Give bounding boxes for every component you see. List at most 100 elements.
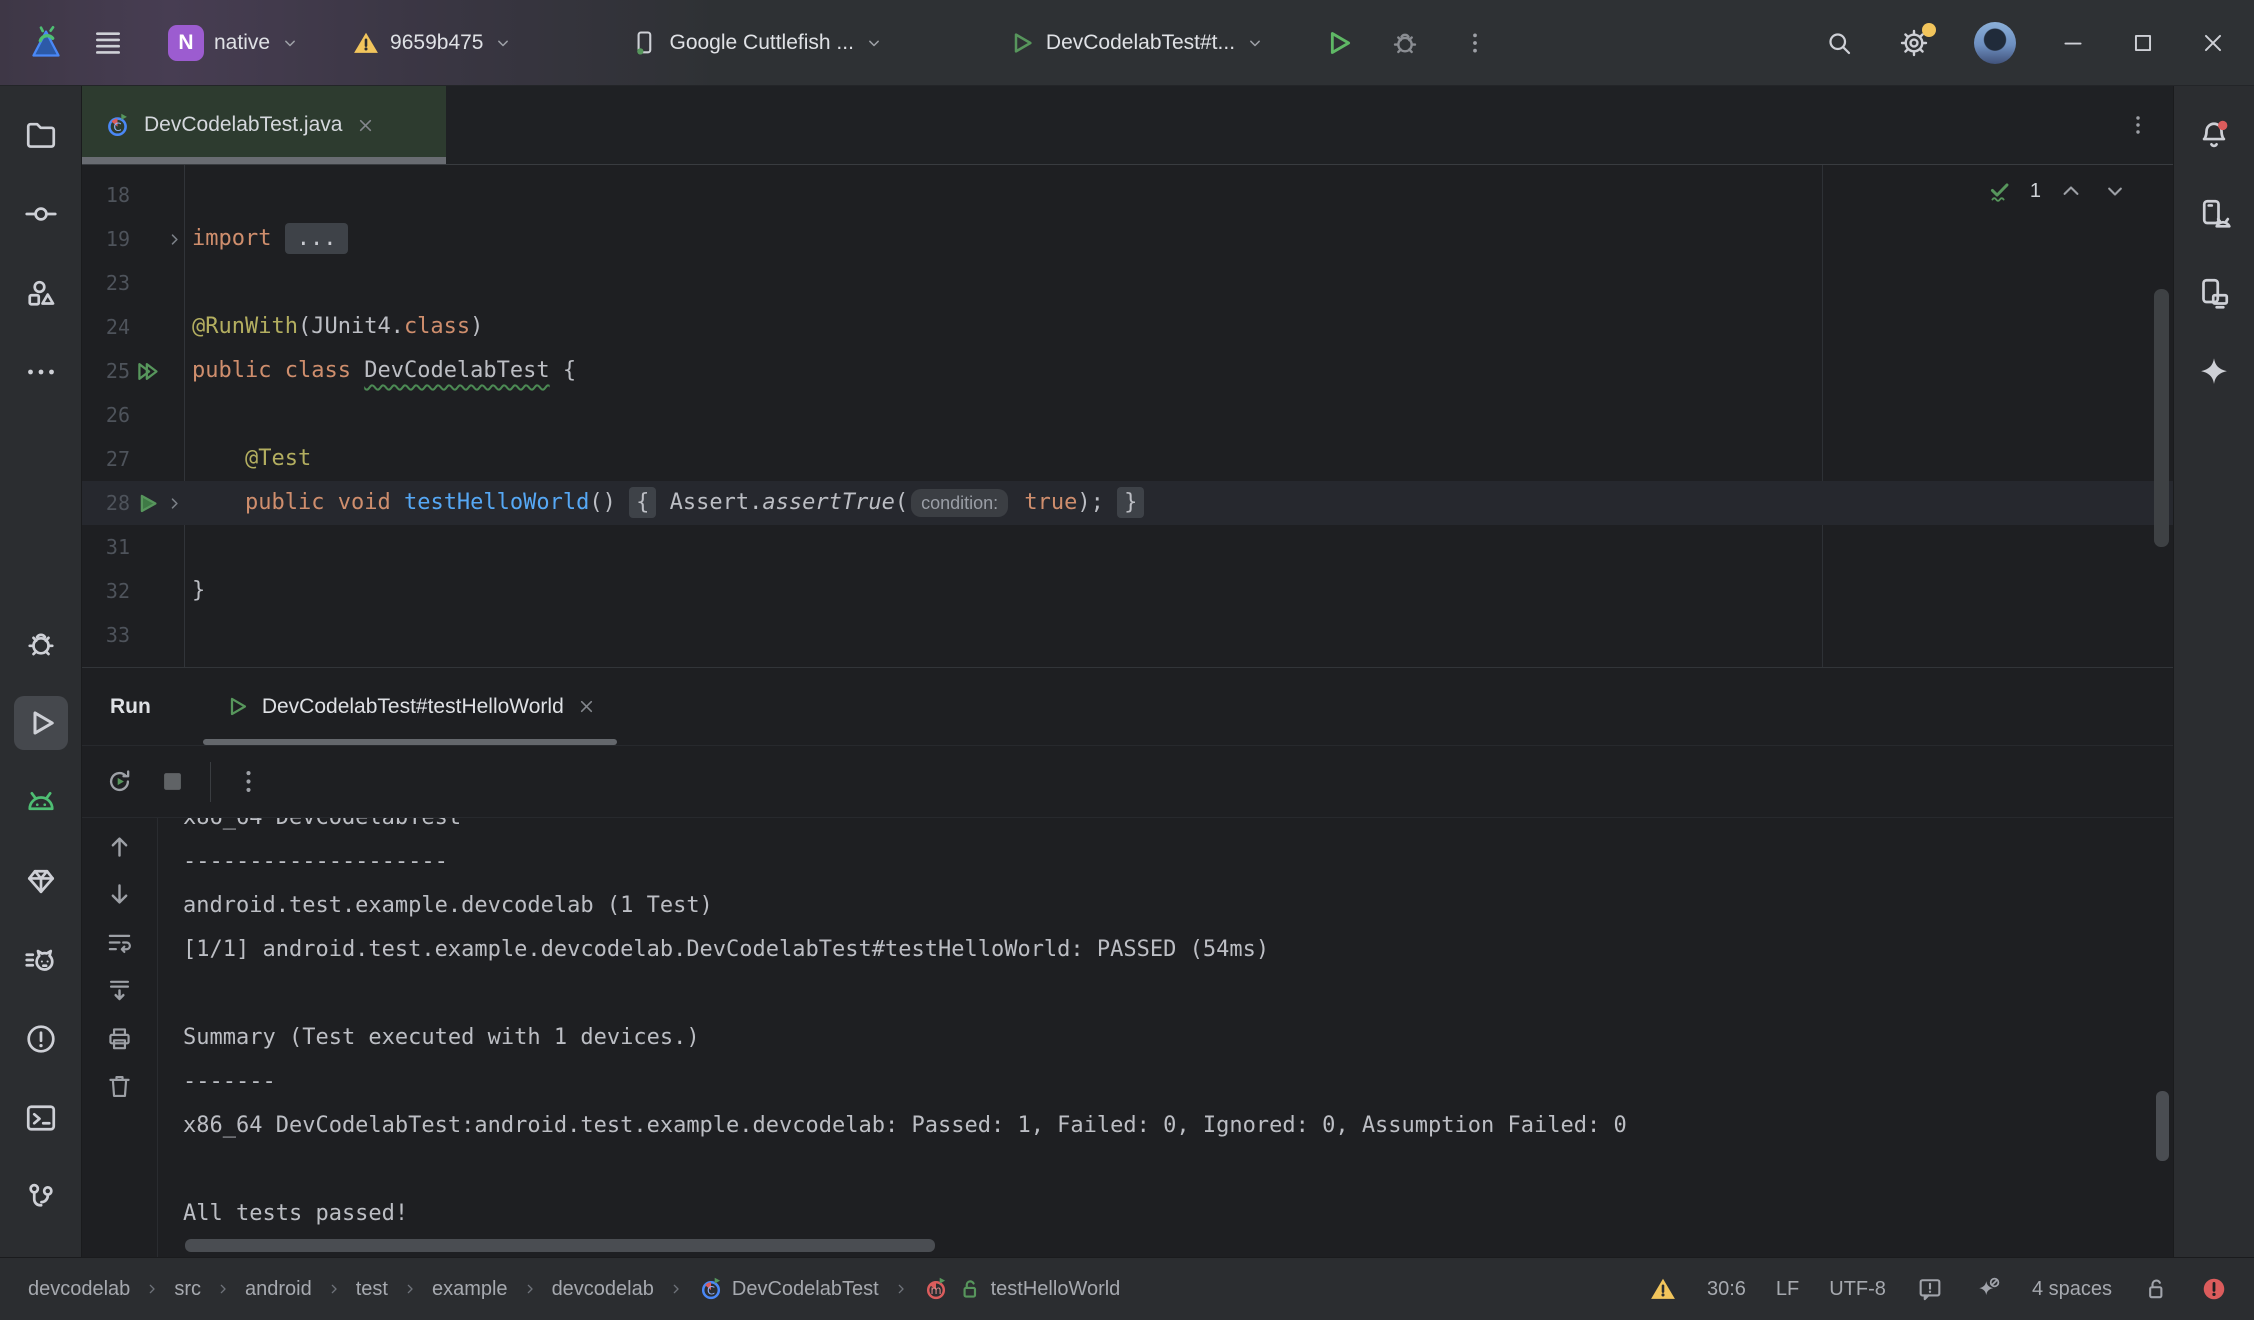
project-widget[interactable]: N native <box>168 25 300 61</box>
more-actions-button[interactable] <box>1461 29 1489 57</box>
tool-window-button-more-tool-windows[interactable] <box>14 345 68 399</box>
line-number[interactable]: 31 <box>82 525 130 569</box>
code-text: public class DevCodelabTest { <box>184 349 576 393</box>
close-icon[interactable] <box>576 696 597 717</box>
user-avatar[interactable] <box>1974 22 2016 64</box>
fold-region-icon[interactable] <box>164 481 184 525</box>
tool-window-button-device-manager[interactable] <box>2187 187 2241 241</box>
code-token: @RunWith <box>192 314 298 339</box>
line-number[interactable]: 25 <box>82 349 130 393</box>
code-token: } <box>1117 487 1144 518</box>
minimize-button[interactable] <box>2060 30 2086 56</box>
error-notification-icon[interactable] <box>2200 1275 2228 1303</box>
indent-setting[interactable]: 4 spaces <box>2032 1278 2112 1301</box>
ai-completion-disabled-icon[interactable] <box>1974 1275 2002 1303</box>
breadcrumb-item[interactable]: devcodelab <box>28 1278 130 1301</box>
breadcrumb-label: src <box>174 1278 201 1301</box>
breadcrumb-item[interactable]: devcodelab <box>552 1278 654 1301</box>
close-icon[interactable] <box>355 115 376 136</box>
breadcrumb-separator-icon <box>144 1281 160 1297</box>
console-horizontal-scrollbar[interactable] <box>185 1239 935 1252</box>
lock-open-icon[interactable] <box>2142 1275 2170 1303</box>
tool-window-button-terminal[interactable] <box>14 1091 68 1145</box>
breadcrumb: devcodelab src android test example devcodela… <box>28 1276 1120 1302</box>
close-button[interactable] <box>2200 30 2226 56</box>
breadcrumb-item[interactable]: example <box>432 1278 508 1301</box>
run-configuration-selector[interactable]: DevCodelabTest#t... <box>1006 28 1265 58</box>
tab-options-button[interactable] <box>2125 112 2151 138</box>
code-token: void <box>338 490 391 515</box>
line-number[interactable]: 33 <box>82 613 130 657</box>
test-console[interactable]: x86_64 DevCodelabTest-------------------… <box>158 818 2173 1257</box>
tool-window-button-profiler[interactable] <box>14 933 68 987</box>
line-number[interactable]: 24 <box>82 305 130 349</box>
vcs-widget[interactable]: 9659b475 <box>352 29 513 57</box>
tool-window-button-problems[interactable] <box>14 1012 68 1066</box>
tool-window-button-gemini[interactable] <box>2187 345 2241 399</box>
scroll-down-button[interactable] <box>105 880 134 909</box>
settings-button[interactable] <box>1898 27 1930 59</box>
run-button[interactable] <box>1321 26 1355 60</box>
tool-window-button-structure[interactable] <box>14 266 68 320</box>
line-separator[interactable]: LF <box>1776 1278 1799 1301</box>
stop-button[interactable] <box>157 766 188 797</box>
breadcrumb-label: devcodelab <box>28 1278 130 1301</box>
file-encoding[interactable]: UTF-8 <box>1829 1278 1886 1301</box>
breadcrumb-item[interactable]: src <box>174 1278 201 1301</box>
editor-scrollbar[interactable] <box>2154 289 2169 547</box>
tool-window-button-project[interactable] <box>14 108 68 162</box>
console-line: x86_64 DevCodelabTest <box>183 818 2173 840</box>
run-tab[interactable]: DevCodelabTest#testHelloWorld <box>203 668 617 745</box>
next-problem-button[interactable] <box>2101 177 2129 205</box>
tool-window-button-debug[interactable] <box>14 617 68 671</box>
run-class-gutter-icon[interactable] <box>130 349 164 393</box>
previous-problem-button[interactable] <box>2057 177 2085 205</box>
line-number[interactable]: 26 <box>82 393 130 437</box>
code-token: @Test <box>245 446 311 471</box>
code-editor[interactable]: 1819import ...2324@RunWith(JUnit4.class)… <box>82 165 2173 667</box>
breadcrumb-item[interactable]: mtestHelloWorld <box>923 1276 1121 1302</box>
editor-tab-title: DevCodelabTest.java <box>144 113 342 137</box>
rerun-button[interactable] <box>104 766 135 797</box>
debug-button[interactable] <box>1389 27 1421 59</box>
line-number[interactable]: 28 <box>82 481 130 525</box>
search-icon[interactable] <box>1824 28 1854 58</box>
maximize-button[interactable] <box>2130 30 2156 56</box>
line-number[interactable]: 23 <box>82 261 130 305</box>
tool-window-button-version-control[interactable] <box>14 1170 68 1224</box>
more-options-button[interactable] <box>233 766 264 797</box>
svg-text:C: C <box>707 1283 715 1297</box>
tool-window-button-commit[interactable] <box>14 187 68 241</box>
line-number[interactable]: 19 <box>82 217 130 261</box>
tool-window-button-logcat[interactable] <box>14 775 68 829</box>
tool-window-button-notifications[interactable] <box>2187 108 2241 162</box>
fold-region-icon[interactable] <box>164 217 184 261</box>
tool-window-button-run[interactable] <box>14 696 68 750</box>
print-button[interactable] <box>105 1024 134 1053</box>
editor-tab[interactable]: C DevCodelabTest.java <box>82 86 446 164</box>
main-menu-button[interactable] <box>92 27 124 59</box>
gutter-fold-slot <box>164 437 184 481</box>
soft-wrap-button[interactable] <box>105 928 134 957</box>
scroll-up-button[interactable] <box>105 832 134 861</box>
tool-window-button-running-devices[interactable] <box>2187 266 2241 320</box>
scroll-to-end-button[interactable] <box>105 976 134 1005</box>
breadcrumb-item[interactable]: test <box>356 1278 388 1301</box>
caret-position[interactable]: 30:6 <box>1707 1278 1746 1301</box>
line-number[interactable]: 18 <box>82 173 130 217</box>
console-line: [1/1] android.test.example.devcodelab.De… <box>183 928 2173 972</box>
breadcrumb-item[interactable]: CDevCodelabTest <box>698 1276 879 1302</box>
tool-window-button-app-quality-insights[interactable] <box>14 854 68 908</box>
editor-line: 27 @Test <box>82 437 2173 481</box>
inspections-status-icon[interactable] <box>1916 1275 1944 1303</box>
line-number[interactable]: 27 <box>82 437 130 481</box>
warning-icon[interactable] <box>1649 1275 1677 1303</box>
clear-button[interactable] <box>105 1072 134 1101</box>
code-token: DevCodelabTest <box>364 358 549 383</box>
run-test-gutter-icon[interactable] <box>130 481 164 525</box>
console-vertical-scrollbar[interactable] <box>2156 1091 2169 1161</box>
device-selector[interactable]: Google Cuttlefish ... <box>631 29 883 57</box>
inspections-widget[interactable]: 1 <box>1986 177 2129 205</box>
line-number[interactable]: 32 <box>82 569 130 613</box>
breadcrumb-item[interactable]: android <box>245 1278 312 1301</box>
